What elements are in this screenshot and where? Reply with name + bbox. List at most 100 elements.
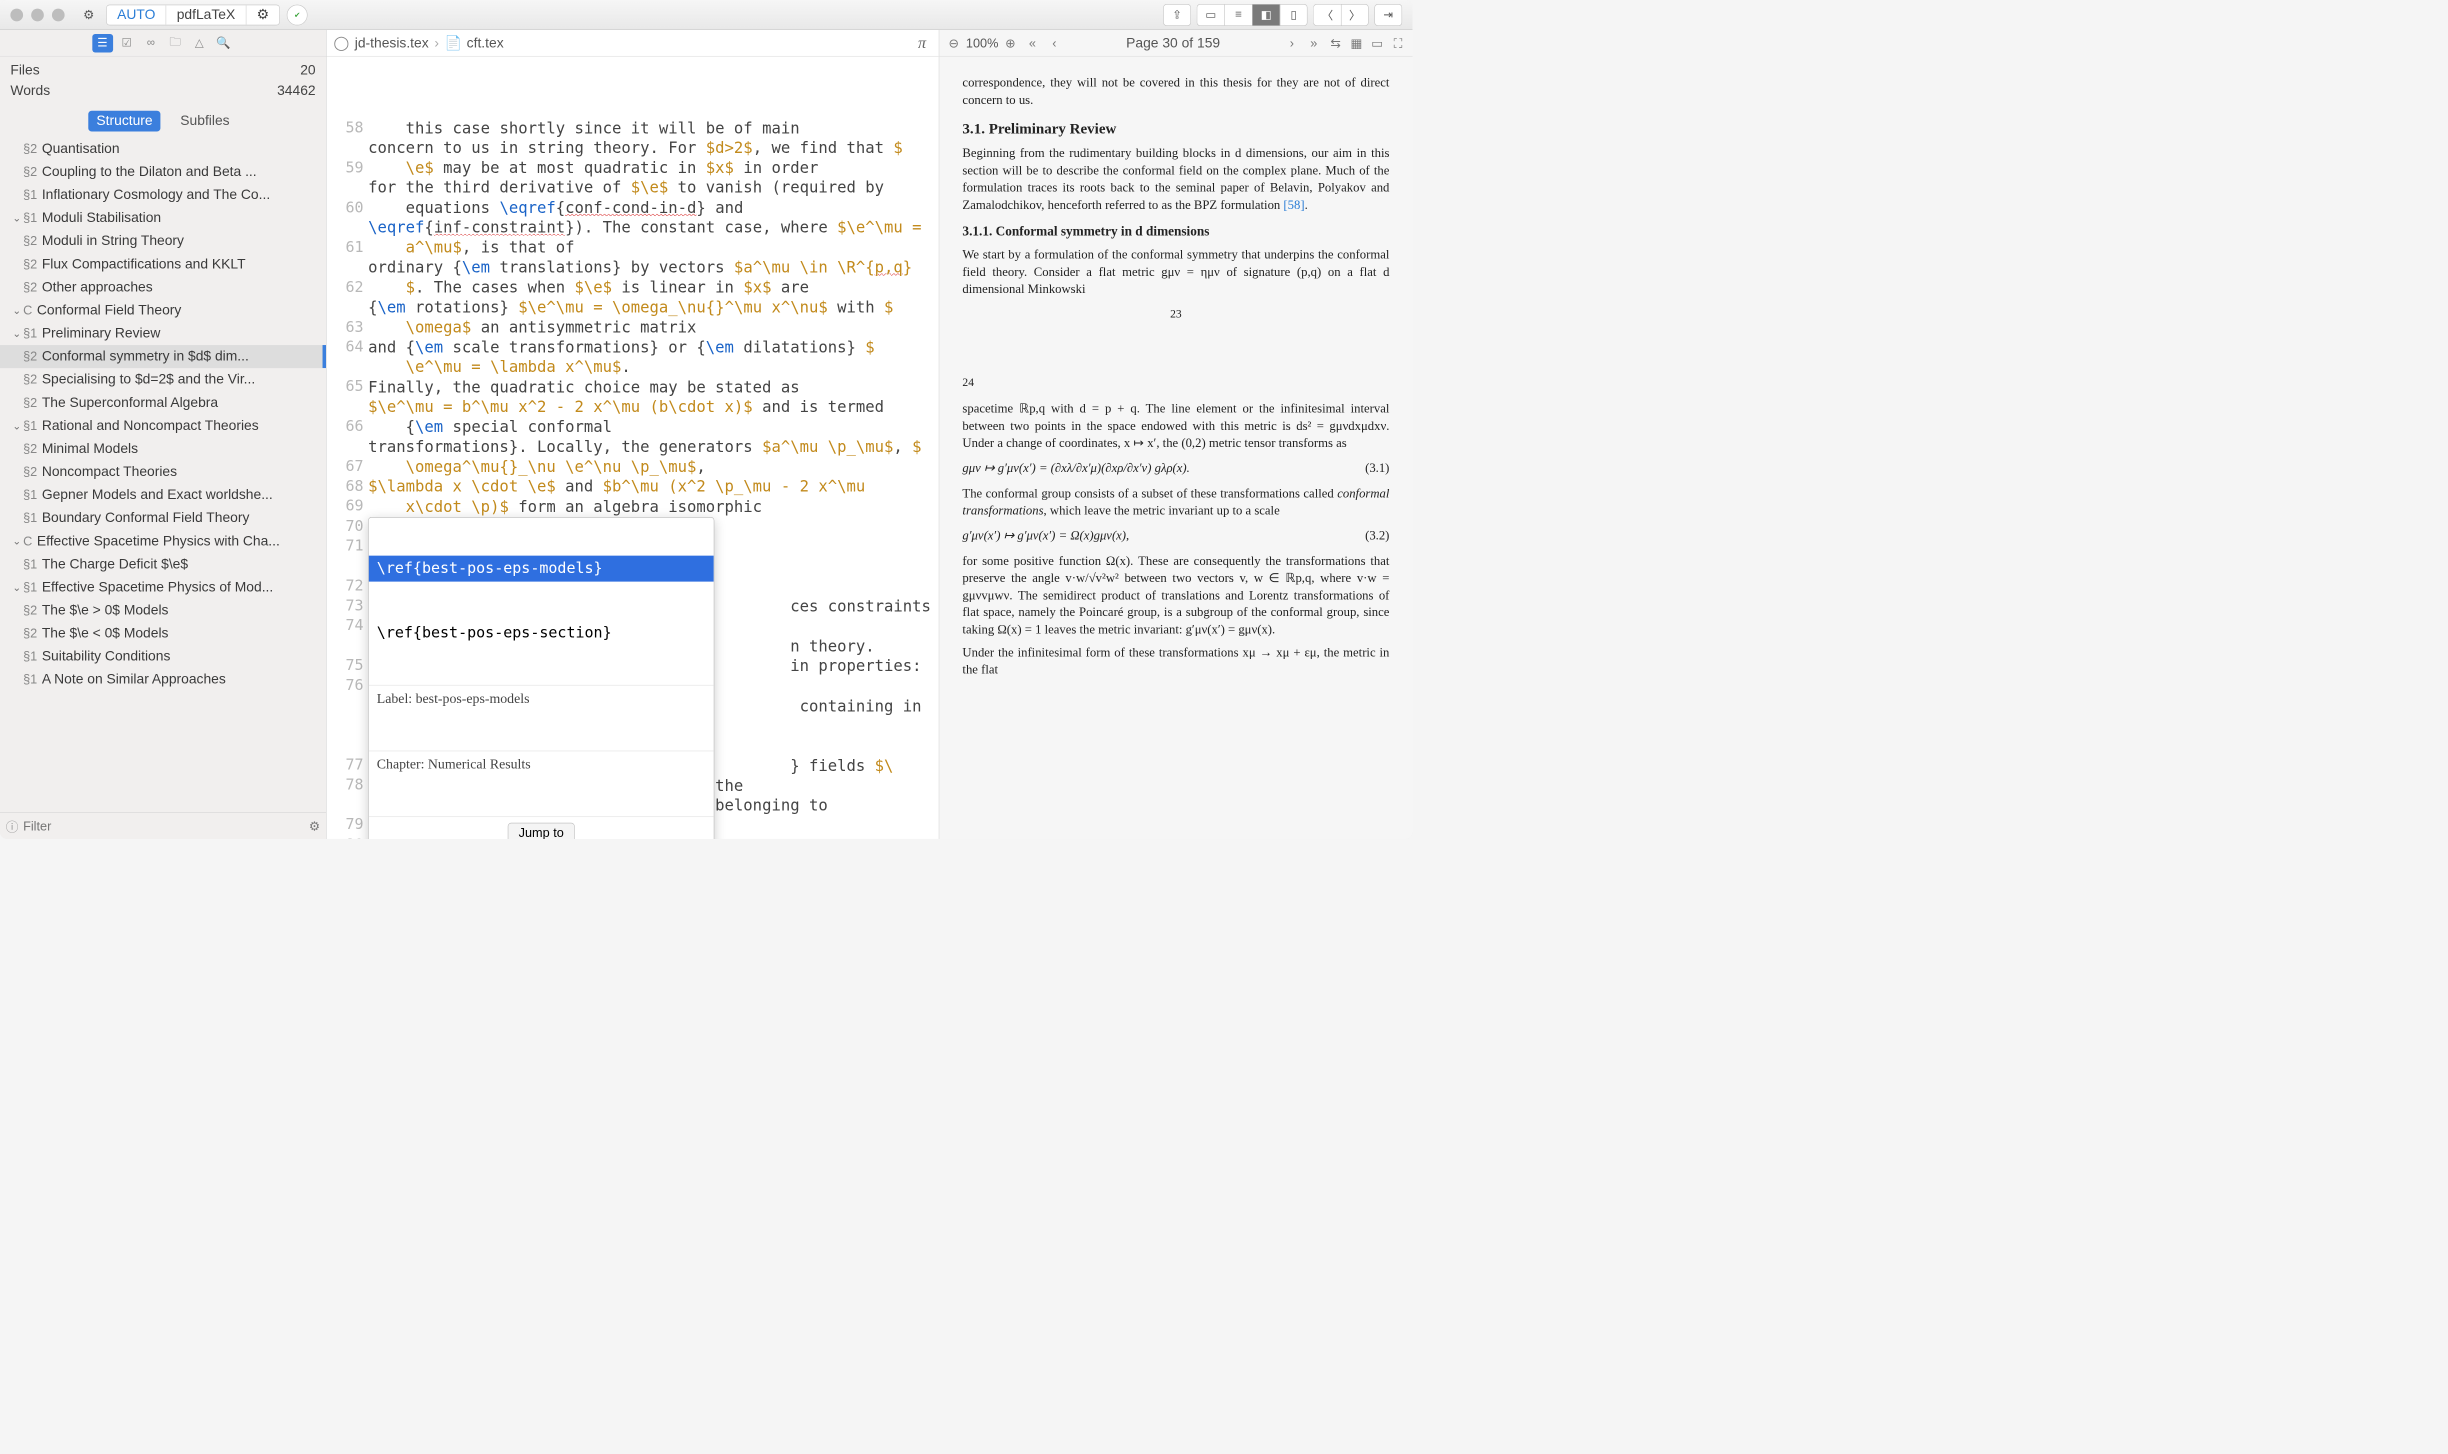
warnings-view-icon[interactable]: △ <box>189 34 210 52</box>
preview-text: for some positive function Ω(x). These a… <box>962 552 1389 638</box>
layout-single-icon[interactable]: ▭ <box>1197 4 1225 26</box>
autocomplete-chapter-info: Chapter: Numerical Results <box>369 751 714 779</box>
close-window[interactable] <box>10 8 23 21</box>
page-indicator: Page 30 of 159 <box>1068 35 1279 51</box>
typeset-success-icon[interactable]: ✔ <box>287 4 308 25</box>
nav-back-button[interactable]: 〈 <box>1313 4 1341 26</box>
layout-page-icon[interactable]: ▯ <box>1280 4 1308 26</box>
outline-item[interactable]: §2Specialising to $d=2$ and the Vir... <box>0 368 326 391</box>
page-prev-icon[interactable]: ‹ <box>1046 34 1063 51</box>
auto-typeset-button[interactable]: AUTO <box>107 5 167 25</box>
search-view-icon[interactable]: 🔍 <box>213 34 234 52</box>
autocomplete-option[interactable]: \ref{best-pos-eps-models} <box>369 556 714 582</box>
outline-item[interactable]: ⌄CEffective Spacetime Physics with Cha..… <box>0 530 326 553</box>
code-editor[interactable]: 5859606162636465666768697071727374757677… <box>327 57 939 839</box>
preview-heading: 3.1. Preliminary Review <box>962 119 1389 139</box>
zoom-out-icon[interactable]: ⊖ <box>945 34 962 51</box>
file-nav-icon[interactable]: ◯ <box>334 35 349 52</box>
preview-text: correspondence, they will not be covered… <box>962 74 1389 108</box>
outline-item[interactable]: §2Quantisation <box>0 137 326 160</box>
autocomplete-option[interactable]: \ref{best-pos-eps-section} <box>369 620 714 646</box>
breadcrumb-root[interactable]: jd-thesis.tex <box>355 35 429 51</box>
preview-fullscreen-icon[interactable]: ⛶ <box>1389 34 1406 51</box>
outline-item[interactable]: ⌄§1Preliminary Review <box>0 322 326 345</box>
outline-item[interactable]: §2Coupling to the Dilaton and Beta ... <box>0 160 326 183</box>
outline-item[interactable]: §2Minimal Models <box>0 437 326 460</box>
preview-text: Under the infinitesimal form of these tr… <box>962 644 1389 678</box>
zoom-value: 100% <box>966 35 998 50</box>
outline-item[interactable]: §2Other approaches <box>0 276 326 299</box>
engine-settings-icon[interactable]: ⚙ <box>246 5 279 25</box>
preview-fit-icon[interactable]: ▭ <box>1369 34 1386 51</box>
math-mode-icon[interactable]: π <box>912 34 932 52</box>
engine-select[interactable]: pdfLaTeX <box>166 5 246 25</box>
preview-subheading: 3.1.1. Conformal symmetry in d dimension… <box>962 222 1389 240</box>
page-last-icon[interactable]: » <box>1305 34 1322 51</box>
sync-position-icon[interactable]: ⇥ <box>1374 4 1402 26</box>
page-next-icon[interactable]: › <box>1283 34 1300 51</box>
filter-settings-icon[interactable]: ⚙ <box>309 818 320 833</box>
page-number: 23 <box>962 307 1389 323</box>
pdf-preview[interactable]: correspondence, they will not be covered… <box>939 57 1412 839</box>
zoom-window[interactable] <box>52 8 65 21</box>
outline-view-icon[interactable]: ☰ <box>92 34 113 52</box>
breadcrumb-current[interactable]: 📄cft.tex <box>445 35 504 52</box>
outline-item[interactable]: §2The $\e < 0$ Models <box>0 622 326 645</box>
outline-item[interactable]: §1A Note on Similar Approaches <box>0 668 326 691</box>
outline-item[interactable]: §1Gepner Models and Exact worldshe... <box>0 484 326 507</box>
preview-pane: ⊖ 100% ⊕ « ‹ Page 30 of 159 › » ⇆ ▦ ▭ ⛶ … <box>939 30 1412 839</box>
minimize-window[interactable] <box>31 8 44 21</box>
share-icon[interactable]: ⇪ <box>1163 4 1191 26</box>
outline-item[interactable]: ⌄§1Moduli Stabilisation <box>0 207 326 230</box>
page-number: 24 <box>962 375 1389 391</box>
outline-item[interactable]: §2Conformal symmetry in $d$ dim... <box>0 345 326 368</box>
outline-item[interactable]: §1Inflationary Cosmology and The Co... <box>0 183 326 206</box>
preview-text: spacetime ℝp,q with d = p + q. The line … <box>962 400 1389 451</box>
outline-item[interactable]: §1Suitability Conditions <box>0 645 326 668</box>
nav-forward-button[interactable]: 〉 <box>1341 4 1369 26</box>
layout-split-icon[interactable]: ◧ <box>1252 4 1280 26</box>
preview-text: The conformal group consists of a subset… <box>962 485 1389 519</box>
preview-grid-icon[interactable]: ▦ <box>1348 34 1365 51</box>
outline-item[interactable]: §2Moduli in String Theory <box>0 230 326 253</box>
preview-text: We start by a formulation of the conform… <box>962 246 1389 297</box>
files-view-icon[interactable]: 🗀 <box>165 34 186 52</box>
typeset-segment: AUTO pdfLaTeX ⚙ <box>106 4 280 25</box>
outline-item[interactable]: §2The $\e > 0$ Models <box>0 599 326 622</box>
outline-item[interactable]: ⌄CConformal Field Theory <box>0 299 326 322</box>
equation-number: (3.1) <box>1365 460 1389 477</box>
settings-icon[interactable]: ⚙ <box>78 4 99 25</box>
jump-to-button[interactable]: Jump to <box>508 823 575 839</box>
citation-link[interactable]: [58] <box>1283 197 1304 211</box>
outline-item[interactable]: ⌄§1Rational and Noncompact Theories <box>0 414 326 437</box>
outline-item[interactable]: ⌄§1Effective Spacetime Physics of Mod... <box>0 576 326 599</box>
preview-text: Beginning from the rudimentary building … <box>962 145 1389 214</box>
preview-tool-icon[interactable]: ⇆ <box>1327 34 1344 51</box>
autocomplete-popup: \ref{best-pos-eps-models} \ref{best-pos-… <box>368 517 714 839</box>
filter-input[interactable] <box>23 818 304 833</box>
outline-item[interactable]: §2The Superconformal Algebra <box>0 391 326 414</box>
equation-number: (3.2) <box>1365 527 1389 544</box>
files-label: Files <box>10 62 39 78</box>
titlebar: ⚙ AUTO pdfLaTeX ⚙ ✔ ⇪ ▭ ≡ ◧ ▯ 〈 〉 ⇥ <box>0 0 1412 30</box>
outline-item[interactable]: §2Noncompact Theories <box>0 460 326 483</box>
window-controls <box>10 8 64 21</box>
outline-tree: §2Quantisation§2Coupling to the Dilaton … <box>0 137 326 812</box>
words-count: 34462 <box>277 83 316 99</box>
tab-structure[interactable]: Structure <box>88 111 160 132</box>
files-count: 20 <box>300 62 315 78</box>
filter-help-icon[interactable]: ⓘ <box>6 817 19 835</box>
zoom-in-icon[interactable]: ⊕ <box>1002 34 1019 51</box>
refs-view-icon[interactable]: ∞ <box>140 34 161 52</box>
words-label: Words <box>10 83 50 99</box>
layout-lines-icon[interactable]: ≡ <box>1224 4 1252 26</box>
page-first-icon[interactable]: « <box>1024 34 1041 51</box>
outline-item[interactable]: §2Flux Compactifications and KKLT <box>0 253 326 276</box>
sidebar: ☰ ☑ ∞ 🗀 △ 🔍 Files 20 Words 34462 Structure… <box>0 30 327 839</box>
tab-subfiles[interactable]: Subfiles <box>172 111 237 132</box>
todo-view-icon[interactable]: ☑ <box>116 34 137 52</box>
editor-pane: ◯ jd-thesis.tex › 📄cft.tex π 58596061626… <box>327 30 940 839</box>
autocomplete-label-info: Label: best-pos-eps-models <box>369 685 714 713</box>
outline-item[interactable]: §1The Charge Deficit $\e$ <box>0 553 326 576</box>
outline-item[interactable]: §1Boundary Conformal Field Theory <box>0 507 326 530</box>
